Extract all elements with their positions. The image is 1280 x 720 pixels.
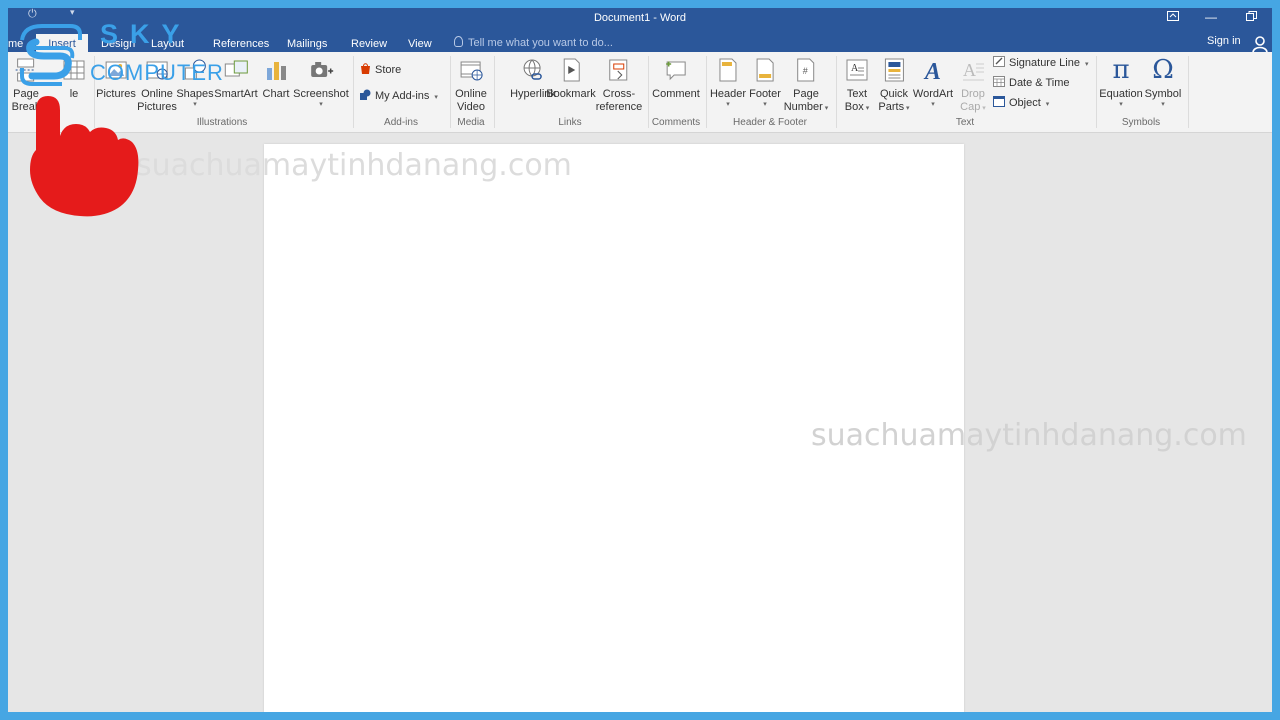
chevron-down-icon: ▾ [1119, 101, 1123, 108]
object-icon [993, 95, 1006, 108]
separator [494, 56, 495, 128]
page-number-button[interactable]: # Page Number ▾ [784, 56, 829, 115]
comment-icon [662, 56, 690, 84]
chevron-down-icon: ▾ [434, 94, 438, 101]
date-time-button[interactable]: Date & Time [993, 74, 1070, 92]
signature-icon [993, 55, 1006, 68]
minimize-icon[interactable]: — [1198, 10, 1224, 24]
equation-button[interactable]: π Equation ▾ [1099, 56, 1142, 109]
text-box-button[interactable]: A Text Box ▾ [843, 56, 871, 115]
separator [450, 56, 451, 128]
svg-text:A: A [923, 59, 941, 84]
svg-text:A: A [963, 60, 976, 80]
drop-cap-button[interactable]: A Drop Cap ▾ [959, 56, 987, 115]
footer-icon [751, 56, 779, 84]
chevron-down-icon: ▾ [1161, 101, 1165, 108]
header-button[interactable]: Header ▾ [710, 56, 746, 109]
chevron-down-icon: ▾ [319, 101, 323, 108]
text-box-icon: A [843, 56, 871, 84]
chevron-down-icon: ▾ [193, 101, 197, 108]
wordart-button[interactable]: A WordArt ▾ [913, 56, 953, 109]
chevron-down-icon: ▾ [931, 101, 935, 108]
page-number-icon: # [792, 56, 820, 84]
restore-icon[interactable] [1238, 10, 1264, 24]
ribbon-display-options-icon[interactable] [1160, 10, 1186, 24]
chevron-down-icon: ▾ [1084, 61, 1089, 68]
watermark-text: suachuamaytinhdanang.com [136, 148, 572, 183]
chevron-down-icon: ▾ [863, 105, 870, 112]
word-window: ⏻ ▾ Document1 - Word — me Insert Design … [8, 8, 1272, 712]
signature-line-button[interactable]: Signature Line ▾ [993, 54, 1088, 72]
chart-button[interactable]: Chart [262, 56, 290, 101]
omega-icon: Ω [1152, 55, 1174, 85]
bookmark-button[interactable]: Bookmark [546, 56, 596, 101]
separator [1188, 56, 1189, 128]
chart-icon [262, 56, 290, 84]
separator [648, 56, 649, 128]
separator [836, 56, 837, 128]
smartart-icon [222, 56, 250, 84]
sign-in-link[interactable]: Sign in [1207, 35, 1241, 47]
addins-group-label: Add-ins [384, 117, 418, 128]
addins-icon [359, 88, 372, 101]
logo-text: SKY [100, 19, 192, 49]
object-button[interactable]: Object ▾ [993, 94, 1049, 112]
text-group-label: Text [955, 117, 975, 128]
symbol-button[interactable]: Ω Symbol ▾ [1145, 56, 1182, 109]
comments-group-label: Comments [651, 117, 701, 128]
store-icon [359, 62, 372, 75]
tell-me-search[interactable]: Tell me what you want to do... [454, 34, 613, 52]
drop-cap-icon: A [959, 56, 987, 84]
media-group-label: Media [457, 117, 485, 128]
screenshot-button[interactable]: Screenshot ▾ [293, 56, 349, 109]
lightbulb-icon [454, 36, 463, 47]
svg-text:#: # [803, 66, 808, 76]
chevron-down-icon: ▾ [904, 105, 910, 112]
svg-text:A: A [851, 63, 859, 74]
watermark-text: suachuamaytinhdanang.com [811, 418, 1247, 453]
links-group-label: Links [558, 117, 582, 128]
separator [1096, 56, 1097, 128]
wordart-icon: A [919, 56, 947, 85]
calendar-icon [993, 75, 1006, 88]
cross-reference-button[interactable]: Cross-reference [596, 56, 642, 114]
pointer-hand-icon [18, 66, 142, 223]
footer-button[interactable]: Footer ▾ [749, 56, 781, 109]
chevron-down-icon: ▾ [726, 101, 730, 108]
my-addins-button[interactable]: My Add-ins ▾ [359, 87, 438, 105]
cross-reference-icon [605, 56, 633, 84]
separator [353, 56, 354, 128]
chevron-down-icon: ▾ [1045, 101, 1050, 108]
online-video-button[interactable]: Online Video [455, 56, 487, 114]
chevron-down-icon: ▾ [822, 105, 829, 112]
chevron-down-icon: ▾ [980, 105, 986, 112]
store-button[interactable]: Store [359, 61, 401, 79]
header-icon [714, 56, 742, 84]
bookmark-icon [557, 56, 585, 84]
separator [706, 56, 707, 128]
pi-icon: π [1112, 55, 1130, 85]
camera-icon [307, 56, 335, 84]
header-footer-group-label: Header & Footer [733, 117, 807, 128]
quick-parts-icon [880, 56, 908, 84]
window-title: Document1 - Word [593, 12, 687, 24]
symbols-group-label: Symbols [1121, 117, 1161, 128]
hyperlink-icon [519, 56, 547, 84]
comment-button[interactable]: Comment [652, 56, 700, 101]
video-icon [457, 56, 485, 84]
tell-me-placeholder: Tell me what you want to do... [468, 37, 613, 49]
quick-parts-button[interactable]: Quick Parts ▾ [878, 56, 910, 115]
chevron-down-icon: ▾ [763, 101, 767, 108]
illustrations-group-label: Illustrations [196, 117, 248, 128]
